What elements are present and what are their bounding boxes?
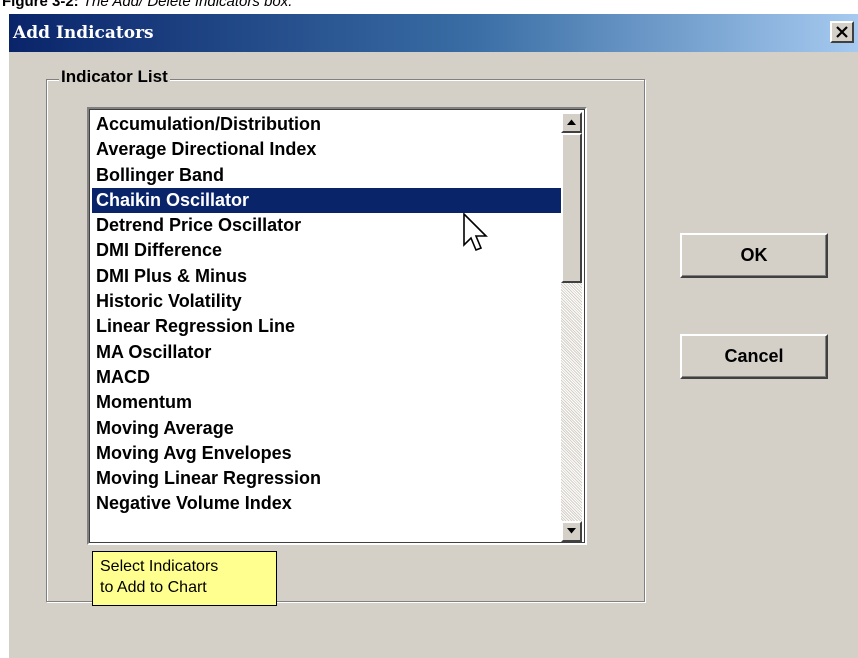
scroll-down-button[interactable] — [561, 521, 582, 542]
list-item[interactable]: Bollinger Band — [92, 163, 568, 188]
mouse-pointer-icon — [463, 213, 488, 252]
list-item[interactable]: MACD — [92, 365, 568, 390]
list-item[interactable]: Detrend Price Oscillator — [92, 213, 568, 238]
list-item[interactable]: Historic Volatility — [92, 289, 568, 314]
close-button[interactable] — [830, 21, 854, 43]
scroll-thumb[interactable] — [561, 133, 582, 283]
title-bar[interactable]: Add Indicators — [9, 14, 858, 52]
list-item[interactable]: Average Directional Index — [92, 137, 568, 162]
dialog-title: Add Indicators — [13, 23, 154, 43]
figure-label: Figure 3-2: — [2, 0, 79, 10]
list-item[interactable]: Chaikin Oscillator — [92, 187, 568, 214]
ok-button[interactable]: OK — [680, 233, 828, 278]
scroll-up-button[interactable] — [561, 112, 582, 133]
figure-caption-text: The Add/ Delete Indicators box. — [78, 0, 293, 10]
figure-caption: Figure 3-2: The Add/ Delete Indicators b… — [2, 0, 292, 11]
list-item[interactable]: Accumulation/Distribution — [92, 112, 568, 137]
list-item[interactable]: Moving Average — [92, 416, 568, 441]
list-item[interactable]: MA Oscillator — [92, 340, 568, 365]
list-item[interactable]: Linear Regression Line — [92, 314, 568, 339]
indicator-list-label: Indicator List — [59, 67, 170, 87]
list-item[interactable]: Negative Volume Index — [92, 491, 568, 516]
arrow-down-icon — [567, 528, 576, 534]
list-item[interactable]: DMI Plus & Minus — [92, 264, 568, 289]
list-item[interactable]: DMI Difference — [92, 238, 568, 263]
list-item[interactable]: Momentum — [92, 390, 568, 415]
list-item[interactable]: Moving Linear Regression — [92, 466, 568, 491]
indicator-list-items[interactable]: Accumulation/Distribution Average Directi… — [92, 112, 568, 542]
list-scrollbar[interactable] — [561, 112, 582, 542]
tooltip: Select Indicators to Add to Chart — [92, 551, 277, 606]
arrow-up-icon — [567, 119, 576, 125]
close-icon — [836, 26, 848, 38]
cancel-button[interactable]: Cancel — [680, 334, 828, 379]
tooltip-line-1: Select Indicators — [100, 558, 219, 575]
list-item[interactable]: Moving Avg Envelopes — [92, 441, 568, 466]
tooltip-line-2: to Add to Chart — [100, 579, 207, 596]
indicator-listbox[interactable]: Accumulation/Distribution Average Directi… — [87, 107, 587, 545]
